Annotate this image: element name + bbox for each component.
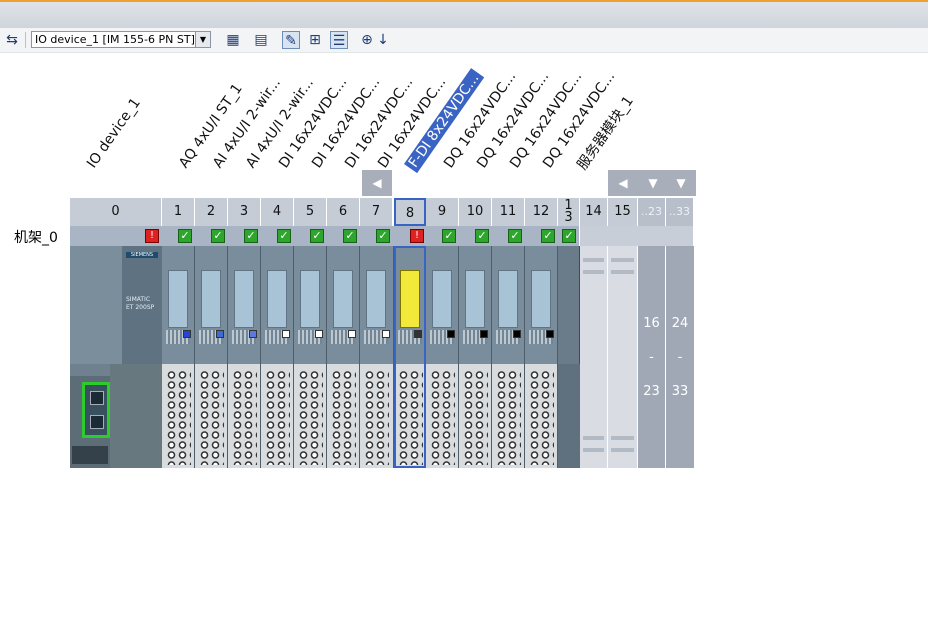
siemens-logo: SIEMENS	[126, 252, 158, 258]
slot-header-5[interactable]: 5	[294, 198, 327, 226]
slot-header-10[interactable]: 10	[459, 198, 492, 226]
expand-arrow-1[interactable]: ▼	[638, 170, 668, 196]
chevron-down-icon[interactable]: ▼	[195, 32, 210, 47]
show-addresses-icon[interactable]: ▦	[224, 31, 242, 49]
server-module-slot-13[interactable]	[558, 246, 580, 468]
status-ok-icon-slot4: ✓	[277, 229, 291, 243]
ethernet-ports	[82, 382, 110, 438]
device-selector-value: IO device_1 [IM 155-6 PN ST]	[35, 33, 195, 46]
module-slot-9[interactable]	[426, 246, 459, 468]
range-from: 16	[643, 316, 660, 331]
grid-icon[interactable]: ⊞	[306, 31, 324, 49]
status-ok-icon-slot1: ✓	[178, 229, 192, 243]
device-selector[interactable]: IO device_1 [IM 155-6 PN ST] ▼	[31, 31, 211, 48]
range-to: 33	[671, 384, 689, 399]
slot-header-6[interactable]: 6	[327, 198, 360, 226]
module-slot-11[interactable]	[492, 246, 525, 468]
empty-slot-15[interactable]	[608, 246, 638, 468]
status-ok-icon-slot7: ✓	[376, 229, 390, 243]
slot-header-1[interactable]: 1	[162, 198, 195, 226]
table-icon[interactable]: ☰	[330, 31, 348, 49]
status-error-icon-slot0: !	[145, 229, 159, 243]
server-base	[110, 364, 162, 468]
scroll-left-arrow-2[interactable]: ◀	[608, 170, 638, 196]
device-label-0[interactable]: IO device_1	[84, 95, 144, 171]
toolbar-separator	[25, 32, 26, 48]
expand-arrow-2[interactable]: ▼	[666, 170, 696, 196]
slot-range-24-33[interactable]: 24 - 33	[666, 246, 694, 468]
module-slot-3[interactable]	[228, 246, 261, 468]
port-area	[70, 376, 110, 468]
module-slot-4[interactable]	[261, 246, 294, 468]
slot-header-12[interactable]: 12	[525, 198, 558, 226]
head-module[interactable]: SIEMENS SIMATIC ET 200SP	[70, 246, 162, 468]
ethernet-port-2-icon	[90, 415, 104, 429]
module-slot-5[interactable]	[294, 246, 327, 468]
module-slot-7[interactable]	[360, 246, 394, 468]
empty-slot-14[interactable]	[580, 246, 608, 468]
zoom-dropdown-icon[interactable]: ↓	[374, 31, 392, 49]
slot-header-14[interactable]: 14	[580, 198, 608, 226]
status-ok-icon-slot5: ✓	[310, 229, 324, 243]
range-dash: -	[649, 350, 654, 365]
scroll-left-arrow[interactable]: ◀	[362, 170, 392, 196]
slot-header-11[interactable]: 11	[492, 198, 525, 226]
range-to: 23	[643, 384, 660, 399]
power-connector	[72, 446, 108, 464]
status-ok-icon-slot3: ✓	[244, 229, 258, 243]
module-slot-1[interactable]	[162, 246, 195, 468]
status-error-icon-slot8: !	[410, 229, 424, 243]
ethernet-port-1-icon	[90, 391, 104, 405]
slot-header-7[interactable]: 7	[360, 198, 393, 226]
head-module-front: SIEMENS SIMATIC ET 200SP	[122, 246, 162, 364]
show-icons-icon[interactable]: ✎	[282, 31, 300, 49]
range-dash: -	[677, 350, 683, 365]
slot-header-2[interactable]: 2	[195, 198, 228, 226]
status-ok-icon-slot9: ✓	[442, 229, 456, 243]
status-ok-icon-slot12: ✓	[541, 229, 555, 243]
terminal-holes	[166, 370, 191, 465]
slot-header-8[interactable]: 8	[394, 198, 426, 226]
slot-header-3[interactable]: 3	[228, 198, 261, 226]
slot-range-16-23[interactable]: 16 - 23	[638, 246, 666, 468]
module-slot-2[interactable]	[195, 246, 228, 468]
slot-header-4[interactable]: 4	[261, 198, 294, 226]
status-ok-icon-slot2: ✓	[211, 229, 225, 243]
network-view-icon[interactable]: ⇆	[3, 31, 21, 49]
slot-header-16-23[interactable]: ..23	[638, 198, 666, 226]
head-module-body	[70, 246, 122, 364]
slot-header-0[interactable]: 0	[70, 198, 162, 226]
module-slot-12[interactable]	[525, 246, 558, 468]
module-window	[168, 270, 188, 328]
module-slot-10[interactable]	[459, 246, 492, 468]
status-ok-icon-slot10: ✓	[475, 229, 489, 243]
title-bar	[0, 0, 928, 28]
slot-header-24-33[interactable]: ..33	[666, 198, 694, 226]
slot-header-13[interactable]: 1 3	[558, 198, 580, 226]
head-module-name: SIMATIC ET 200SP	[126, 296, 155, 311]
status-ok-icon-slot6: ✓	[343, 229, 357, 243]
slot-header-9[interactable]: 9	[426, 198, 459, 226]
show-names-icon[interactable]: ▤	[252, 31, 270, 49]
failsafe-window	[400, 270, 420, 328]
slot-header-15[interactable]: 15	[608, 198, 638, 226]
module-slot-6[interactable]	[327, 246, 360, 468]
rack-label: 机架_0	[14, 230, 58, 246]
status-row-empty	[580, 226, 694, 246]
toolbar: ⇆ IO device_1 [IM 155-6 PN ST] ▼ ▦ ▤ ✎ ⊞…	[0, 28, 928, 53]
status-ok-icon-slot11: ✓	[508, 229, 522, 243]
status-ok-icon-slot13: ✓	[562, 229, 576, 243]
range-from: 24	[671, 316, 689, 331]
module-slot-8-failsafe[interactable]	[394, 246, 426, 468]
